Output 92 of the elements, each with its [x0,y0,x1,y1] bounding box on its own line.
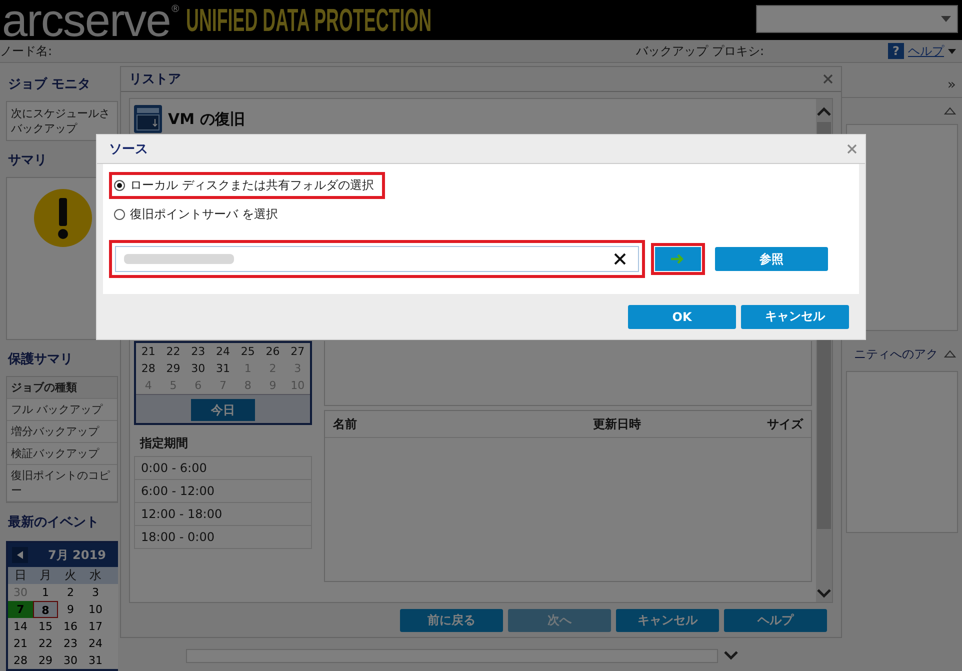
weekday-label: 月 [38,567,52,584]
collapse-icon[interactable] [944,350,956,358]
weekday-label: 日 [14,567,28,584]
job-monitor-text: バックアップ [11,121,78,136]
calendar-day[interactable]: 9 [58,601,83,618]
warning-icon [33,188,93,248]
chevron-down-icon[interactable] [724,651,738,660]
option-label[interactable]: ローカル ディスクまたは共有フォルダの選択 [130,177,374,194]
calendar-day[interactable]: 24 [210,343,236,360]
calendar-day[interactable]: 31 [210,360,236,377]
time-range-item[interactable]: 6:00 - 12:00 [134,480,312,503]
clear-icon[interactable] [614,253,626,265]
calendar-day[interactable]: 16 [58,618,83,635]
calendar-day[interactable]: 22 [160,343,186,360]
calendar-day[interactable]: 21 [8,635,33,652]
time-range-item[interactable]: 12:00 - 18:00 [134,503,312,526]
close-icon[interactable] [847,144,857,154]
table-cell: 増分バックアップ [7,421,117,443]
section-title: VM の復旧 [168,110,245,128]
section-heading: 最新のイベント [7,514,99,532]
calendar-day[interactable]: 31 [83,652,108,669]
section-heading: サマリ [7,152,47,170]
logo-text: arcserve [2,0,170,40]
section-heading: 保護サマリ [6,351,73,369]
month-label: 7月 2019 [48,546,106,564]
window-title: リストア [129,71,181,88]
column-header[interactable]: 名前 [333,416,593,432]
arrow-right-icon [671,254,685,264]
calendar-day[interactable]: 1 [33,584,58,601]
calendar-day[interactable]: 25 [235,343,260,360]
calendar-day[interactable]: 23 [186,343,211,360]
close-icon[interactable] [823,74,833,84]
today-button[interactable]: 今日 [191,399,255,421]
weekday-label: 火 [64,567,78,584]
product-name: UNIFIED DATA PROTECTION [186,2,432,38]
help-icon[interactable]: ? [888,43,904,59]
section-heading: ニティへのアク [854,346,938,362]
radio-button[interactable] [114,180,125,191]
calendar-day[interactable]: 14 [8,618,33,635]
period-heading: 指定期間 [134,425,312,457]
caret-icon [948,48,956,54]
expand-icon[interactable]: » [947,77,956,97]
chevron-up-icon[interactable] [817,107,831,116]
column-header[interactable]: サイズ [753,416,803,432]
weekday-label: 水 [88,567,102,584]
calendar-day[interactable]: 30 [58,652,83,669]
calendar-day[interactable]: 17 [83,618,108,635]
registered-mark: ® [170,4,180,15]
dialog-button[interactable]: キャンセル [741,304,849,328]
help-link[interactable]: ヘルプ [908,42,944,60]
calendar-day[interactable]: 28 [8,652,33,669]
node-label: ノード名: [0,42,52,60]
time-range-item[interactable]: 0:00 - 6:00 [134,457,312,480]
collapse-icon[interactable] [944,107,956,115]
path-input-field[interactable] [115,246,639,272]
calendar-day[interactable]: 10 [83,601,108,618]
proxy-label: バックアップ プロキシ: [636,42,764,60]
calendar-day[interactable]: 22 [33,635,58,652]
table-cell: 検証バックアップ [7,443,117,465]
time-range-item[interactable]: 18:00 - 0:00 [134,526,312,549]
wizard-button[interactable]: ヘルプ [724,608,827,632]
calendar-day[interactable]: 8 [33,601,58,618]
vm-icon [134,105,162,133]
calendar-day[interactable]: 3 [83,584,108,601]
job-monitor-text: 次にスケジュールさ [11,106,111,121]
table-cell: フル バックアップ [7,399,117,421]
calendar-day[interactable]: 2 [58,584,83,601]
option-label[interactable]: 復旧ポイントサーバ を選択 [130,206,278,223]
table-cell: ジョブの種類 [7,377,117,399]
caret-icon [941,16,951,22]
dialog-button[interactable]: OK [628,304,736,328]
calendar-day[interactable]: 29 [160,360,186,377]
wizard-button[interactable]: キャンセル [616,608,719,632]
calendar-day[interactable]: 28 [136,360,161,377]
column-header[interactable]: 更新日時 [593,416,753,432]
table-cell: 復旧ポイントのコピー [7,465,117,502]
browse-button[interactable]: 参照 [715,247,828,271]
dialog-title: ソース [109,141,148,158]
calendar-day[interactable]: 24 [83,635,108,652]
left-triangle-icon [17,551,23,559]
calendar-day[interactable]: 29 [33,652,58,669]
wizard-button[interactable]: 前に戻る [400,608,503,632]
previous-month-button[interactable] [12,547,28,563]
calendar-day[interactable]: 26 [260,343,286,360]
calendar-day[interactable]: 15 [33,618,58,635]
radio-button[interactable] [114,209,125,220]
calendar-day[interactable]: 21 [136,343,161,360]
calendar-day[interactable]: 27 [285,343,310,360]
section-heading: ジョブ モニタ [7,76,91,94]
chevron-down-icon[interactable] [817,589,831,598]
calendar-day[interactable]: 30 [186,360,211,377]
calendar-day[interactable]: 23 [58,635,83,652]
